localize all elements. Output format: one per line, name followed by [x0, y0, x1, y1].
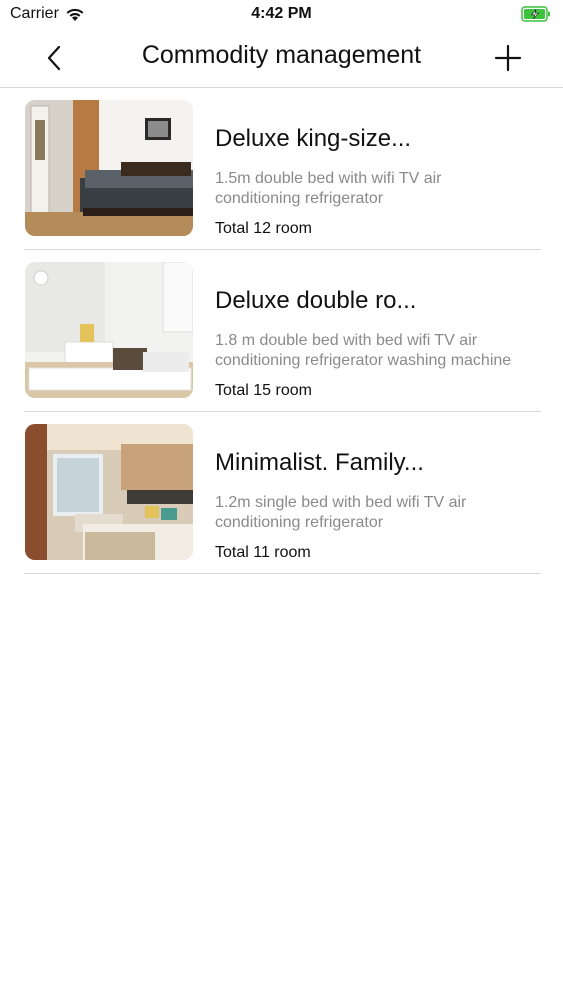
room-list-item[interactable]: Deluxe double ro... 1.8 m double bed wit…: [0, 250, 563, 412]
room-thumbnail: [25, 100, 193, 236]
bedroom-photo: [25, 424, 193, 560]
room-title: Deluxe king-size...: [215, 125, 412, 152]
room-title: Minimalist. Family...: [215, 449, 424, 476]
room-description: 1.5m double bed with wifi TV air conditi…: [215, 170, 442, 207]
add-button[interactable]: [493, 42, 523, 74]
plus-icon: [494, 44, 522, 72]
room-title: Deluxe double ro...: [215, 287, 417, 314]
room-description: 1.2m single bed with bed wifi TV air con…: [215, 494, 467, 531]
bedroom-photo: [25, 262, 193, 398]
room-description: 1.8 m double bed with bed wifi TV air co…: [215, 332, 512, 369]
room-list: Deluxe king-size... 1.5m double bed with…: [0, 88, 563, 574]
status-time: 4:42 PM: [251, 5, 312, 22]
room-count: Total 12 room: [215, 220, 312, 237]
page-title: Commodity management: [141, 41, 422, 69]
room-count: Total 11 room: [215, 544, 311, 561]
room-list-item[interactable]: Minimalist. Family... 1.2m single bed wi…: [0, 412, 563, 574]
room-thumbnail: [25, 262, 193, 398]
room-thumbnail: [25, 424, 193, 560]
nav-bar: Commodity management: [0, 30, 563, 88]
screen: Carrier 4:42 PM Commodity management Del…: [0, 0, 563, 1000]
battery-charging-icon: [521, 6, 550, 22]
room-count: Total 15 room: [215, 382, 312, 399]
bedroom-photo: [25, 100, 193, 236]
status-bar: Carrier 4:42 PM: [0, 0, 563, 30]
divider: [24, 573, 541, 574]
room-list-item[interactable]: Deluxe king-size... 1.5m double bed with…: [0, 88, 563, 250]
